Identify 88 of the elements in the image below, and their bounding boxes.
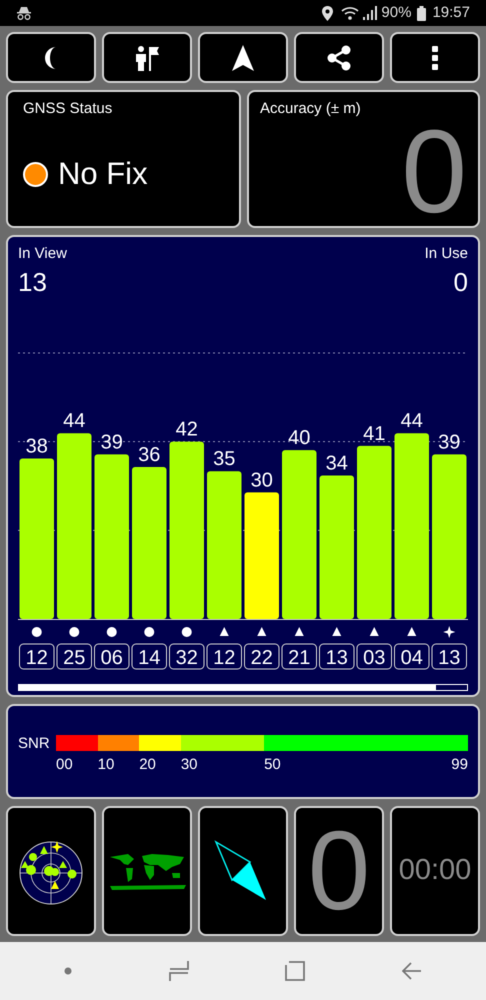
person-flag-icon [135, 44, 159, 70]
signal-value: 35 [213, 448, 236, 470]
guide-button[interactable] [102, 32, 192, 83]
x-tick-label: 12 [26, 647, 48, 669]
circle-icon [144, 627, 154, 637]
clock-time: 19:57 [432, 2, 470, 23]
x-tick-label: 12 [213, 647, 236, 669]
satellite-id: 12 [19, 644, 54, 670]
circle-icon [69, 627, 80, 637]
satellite-id: 13 [432, 644, 467, 670]
altitude-tile[interactable]: 0 [294, 806, 384, 936]
snr-scale-label: 30 [180, 755, 198, 775]
battery-icon [417, 6, 426, 20]
more-vertical-icon [432, 46, 438, 70]
signal-value: 42 [176, 418, 198, 441]
x-tick-label: 13 [438, 647, 460, 669]
x-tick-label: 06 [100, 647, 123, 669]
circle-icon [106, 627, 117, 637]
navigation-button[interactable] [198, 32, 288, 83]
signal-value: 41 [363, 422, 386, 445]
signal-icon [363, 6, 378, 20]
satellite-id: 12 [206, 644, 242, 670]
signal-value: 44 [400, 410, 423, 432]
signal-value: 40 [288, 427, 310, 450]
share-button[interactable] [294, 32, 384, 83]
signal-value: 34 [326, 452, 348, 474]
circle-icon [182, 627, 192, 637]
x-tick-label: 14 [138, 647, 160, 669]
wifi-icon [341, 6, 360, 20]
snr-scale-label: 20 [139, 755, 156, 775]
satellite-id: 32 [169, 644, 204, 670]
satellite-id: 14 [132, 644, 167, 670]
in-view-label: In View [18, 244, 67, 264]
triangle-icon [370, 627, 379, 636]
x-tick-label: 25 [63, 647, 86, 669]
x-tick-label: 21 [288, 647, 310, 669]
battery-percentage: 90% [381, 2, 412, 23]
share-icon [327, 44, 351, 70]
x-tick-label: 32 [176, 647, 198, 669]
more-options-button[interactable] [390, 32, 480, 83]
accuracy-value: 0 [401, 112, 467, 230]
world-map-tile[interactable] [102, 806, 192, 936]
star-icon [443, 626, 456, 638]
in-use-label: In Use [424, 244, 468, 264]
signal-value: 39 [438, 431, 460, 454]
triangle-icon [294, 627, 304, 636]
triangle-icon [407, 627, 416, 636]
x-tick-label: 22 [250, 647, 273, 669]
dot-icon[interactable] [64, 967, 72, 975]
in-view-count: 13 [18, 266, 48, 298]
timer-tile[interactable]: 00:00 [390, 806, 480, 936]
satellite-id: 25 [56, 644, 92, 670]
triangle-icon [220, 627, 229, 636]
snr-scale-label: 10 [98, 755, 114, 775]
night-mode-button[interactable] [6, 32, 96, 83]
signal-value: 36 [138, 444, 160, 466]
satellite-id: 13 [319, 644, 354, 670]
incognito-icon [16, 6, 32, 20]
snr-scale-label: 50 [264, 755, 281, 775]
satellite-id: 22 [244, 644, 280, 670]
signal-value: 38 [26, 436, 48, 458]
signal-value: 44 [63, 410, 86, 432]
in-use-count: 0 [454, 266, 468, 298]
snr-scale-label: 00 [56, 755, 73, 775]
triangle-icon [257, 627, 266, 636]
home-icon[interactable] [285, 960, 306, 982]
snr-label: SNR [18, 735, 51, 753]
triangle-icon [332, 627, 342, 636]
signal-value: 39 [100, 431, 123, 454]
circle-icon [32, 627, 42, 637]
x-tick-label: 13 [326, 647, 348, 669]
sky-plot-tile[interactable] [6, 806, 96, 936]
fix-status: No Fix [58, 155, 148, 193]
navigation-arrow-icon [232, 44, 254, 70]
back-icon[interactable] [402, 962, 422, 980]
snr-scale-label: 99 [451, 755, 468, 775]
signal-value: 30 [250, 469, 273, 492]
card-title: Accuracy (± m) [260, 99, 362, 119]
card-title: GNSS Status [23, 99, 114, 119]
satellite-id: 06 [94, 644, 130, 670]
satellite-id: 04 [394, 644, 430, 670]
x-tick-label: 04 [400, 647, 423, 669]
recent-apps-icon[interactable] [168, 960, 189, 982]
x-tick-label: 03 [363, 647, 386, 669]
satellite-id: 21 [282, 644, 317, 670]
location-icon [322, 6, 334, 20]
satellite-id: 03 [356, 644, 392, 670]
compass-tile[interactable] [198, 806, 288, 936]
